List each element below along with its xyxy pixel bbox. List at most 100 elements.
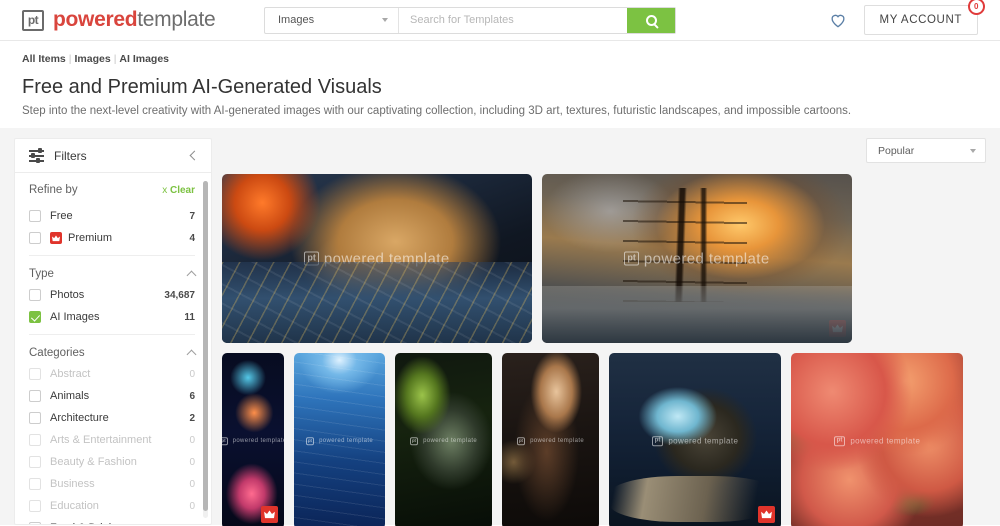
- filter-option-food-drink[interactable]: Food & Drink1: [29, 517, 195, 525]
- filter-option-count: 1: [189, 523, 195, 525]
- filter-groups: Type Photos 34,687 AI Images 11 Categories Abs…: [29, 255, 197, 525]
- filter-option-count: 6: [189, 390, 195, 402]
- gallery-item-blue-footed-booby-on-driftwood[interactable]: pt powered template: [609, 353, 781, 526]
- watermark: pt powered template: [609, 436, 781, 446]
- filter-option-architecture[interactable]: Architecture 2: [29, 407, 195, 429]
- filter-option-ai-images[interactable]: AI Images 11: [29, 306, 195, 328]
- gallery-item-underwater-ocean-light-rays[interactable]: pt powered template: [294, 353, 385, 526]
- premium-crown-icon: [50, 232, 62, 244]
- gallery-item-fresh-peaches-with-water-drops[interactable]: pt powered template: [791, 353, 963, 526]
- filter-option-label: Education: [50, 500, 99, 512]
- watermark-text: powered template: [323, 250, 450, 267]
- watermark-text: powered template: [643, 250, 770, 267]
- filter-option-animals[interactable]: Animals 6: [29, 385, 195, 407]
- filters-sidebar: Filters Refine by x Clear Free 7 Premium 4 …: [0, 128, 212, 525]
- checkbox[interactable]: [29, 210, 41, 222]
- watermark-logo-mark: pt: [305, 437, 315, 445]
- search-icon: [645, 14, 657, 26]
- filter-option-premium[interactable]: Premium 4: [29, 227, 195, 249]
- filter-option-count: 2: [189, 412, 195, 424]
- chevron-left-icon[interactable]: [189, 150, 200, 161]
- watermark: pt powered template: [222, 437, 284, 445]
- breadcrumb-item-ai-images[interactable]: AI Images: [119, 53, 169, 65]
- checkbox[interactable]: [29, 522, 41, 524]
- watermark-text: powered template: [850, 436, 921, 446]
- gallery-item-woman-portrait-night[interactable]: pt powered template: [502, 353, 599, 526]
- sidebar-scrollbar-thumb[interactable]: [203, 181, 208, 511]
- favorites-heart-icon[interactable]: [828, 10, 848, 30]
- filter-option-count: 7: [189, 210, 195, 222]
- my-account-button[interactable]: MY ACCOUNT 0: [863, 0, 985, 35]
- filter-group-header-type[interactable]: Type: [29, 263, 197, 284]
- filter-option-education[interactable]: Education 0: [29, 495, 195, 517]
- content-area: Filters Refine by x Clear Free 7 Premium 4 …: [0, 128, 1000, 526]
- site-logo[interactable]: pt poweredtemplate: [22, 8, 216, 32]
- filter-option-count: 0: [189, 368, 195, 380]
- gallery-item-crocodile-in-swamp[interactable]: pt powered template: [395, 353, 492, 526]
- watermark: pt powered template: [542, 250, 852, 267]
- filter-option-label: Beauty & Fashion: [50, 456, 137, 468]
- checkbox[interactable]: [29, 500, 41, 512]
- filter-option-count: 11: [184, 311, 195, 323]
- checkbox[interactable]: [29, 289, 41, 301]
- filter-option-arts-entertainment[interactable]: Arts & Entertainment 0: [29, 429, 195, 451]
- filter-option-count: 0: [189, 478, 195, 490]
- filter-option-count: 0: [189, 456, 195, 468]
- chevron-down-icon: [970, 148, 976, 153]
- filter-option-label: Arts & Entertainment: [50, 434, 152, 446]
- checkbox[interactable]: [29, 478, 41, 490]
- search-category-value: Images: [278, 14, 315, 26]
- filter-option-beauty-fashion[interactable]: Beauty & Fashion 0: [29, 451, 195, 473]
- gallery-item-pirate-ship-stormy-sea[interactable]: pt powered template: [542, 174, 852, 343]
- gallery-item-sleeping-maine-coon-cat[interactable]: pt powered template: [222, 174, 532, 343]
- chevron-up-icon: [186, 270, 197, 280]
- filter-group-header-categories[interactable]: Categories: [29, 342, 197, 363]
- checkbox[interactable]: [29, 456, 41, 468]
- search-bar: Images: [264, 6, 676, 34]
- filters-panel: Refine by x Clear Free 7 Premium 4 Type Phot…: [14, 172, 212, 525]
- watermark-logo-mark: pt: [516, 437, 526, 445]
- filter-option-abstract[interactable]: Abstract 0: [29, 363, 195, 385]
- checkbox[interactable]: [29, 434, 41, 446]
- watermark-text: powered template: [668, 436, 739, 446]
- sort-by-select[interactable]: Popular: [866, 138, 986, 163]
- my-account-label: MY ACCOUNT: [879, 14, 962, 26]
- filter-option-label: Animals: [50, 390, 90, 402]
- logo-wordmark: poweredtemplate: [53, 8, 216, 32]
- watermark-logo-mark: pt: [222, 437, 228, 445]
- breadcrumb-item-images[interactable]: Images: [75, 53, 111, 65]
- page-title: Free and Premium AI-Generated Visuals: [22, 76, 382, 98]
- gallery-item-colorful-coral-reef[interactable]: pt powered template: [222, 353, 284, 526]
- filter-option-free[interactable]: Free 7: [29, 205, 195, 227]
- breadcrumb-separator: |: [113, 53, 117, 65]
- search-category-select[interactable]: Images: [265, 7, 399, 33]
- search-input[interactable]: [399, 7, 627, 33]
- breadcrumb-separator: |: [68, 53, 72, 65]
- checkbox[interactable]: [29, 390, 41, 402]
- watermark: pt powered template: [395, 437, 492, 445]
- gallery-row-featured: pt powered template pt powered template: [222, 174, 986, 343]
- checkbox[interactable]: [29, 412, 41, 424]
- checkbox[interactable]: [29, 368, 41, 380]
- filter-option-business[interactable]: Business 0: [29, 473, 195, 495]
- filter-option-photos[interactable]: Photos 34,687: [29, 284, 195, 306]
- search-submit-button[interactable]: [627, 7, 675, 33]
- filter-option-label: Premium: [68, 232, 113, 244]
- watermark-logo-mark: pt: [304, 251, 319, 266]
- divider: [29, 255, 195, 256]
- breadcrumb: All Items | Images | AI Images: [22, 53, 978, 65]
- filters-title: Filters: [54, 148, 87, 163]
- account-notification-badge: 0: [968, 0, 985, 15]
- gallery-row-thumbnails: pt powered template pt powered template pt po…: [222, 353, 986, 526]
- refine-by-row: Refine by x Clear: [29, 184, 195, 196]
- sort-by-value: Popular: [878, 144, 915, 157]
- breadcrumb-item-all-items[interactable]: All Items: [22, 53, 66, 65]
- filter-option-label: Architecture: [50, 412, 109, 424]
- site-header: pt poweredtemplate Images MY ACCOUNT 0: [0, 0, 1000, 41]
- filters-header: Filters: [14, 138, 212, 172]
- checkbox[interactable]: [29, 232, 41, 244]
- checkbox[interactable]: [29, 311, 41, 323]
- page-subtitle: Step into the next-level creativity with…: [22, 105, 852, 117]
- clear-filters-link[interactable]: x Clear: [162, 185, 195, 196]
- watermark-text: powered template: [319, 438, 374, 444]
